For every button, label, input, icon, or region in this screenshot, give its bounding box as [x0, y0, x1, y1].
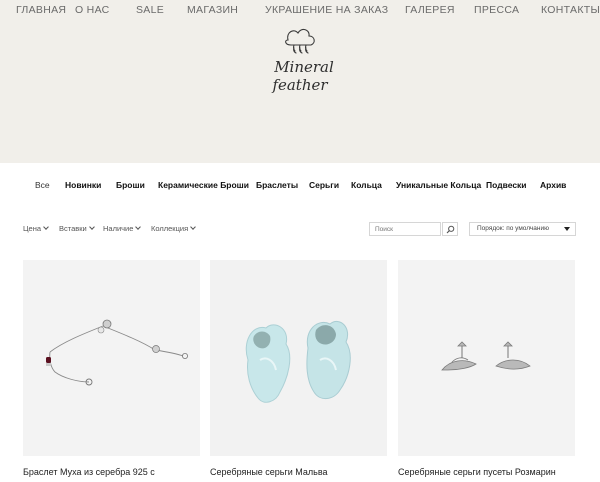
product-image-bracelet[interactable] — [23, 260, 200, 456]
bracelet-photo — [23, 260, 200, 456]
nav-link-shop[interactable]: МАГАЗИН — [187, 4, 238, 16]
category-navigation: Все Новинки Броши Керамические Броши Бра… — [0, 180, 600, 196]
product-title[interactable]: Серебряные серьги Мальва — [210, 467, 328, 477]
category-unique-rings[interactable]: Уникальные Кольца — [396, 180, 481, 190]
brand-logo[interactable]: Mineral feather — [258, 26, 342, 98]
filter-availability-label: Наличие — [103, 224, 134, 233]
caret-down-icon — [564, 227, 570, 231]
svg-text:Mineral: Mineral — [273, 58, 334, 76]
nav-link-home[interactable]: ГЛАВНАЯ — [16, 4, 66, 16]
earrings-photo — [210, 260, 387, 456]
filter-availability[interactable]: Наличие — [103, 224, 142, 233]
nav-link-press[interactable]: ПРЕССА — [474, 4, 519, 16]
product-title[interactable]: Серебряные серьги пусеты Розмарин — [398, 467, 556, 477]
filter-inserts-label: Вставки — [59, 224, 87, 233]
category-archive[interactable]: Архив — [540, 180, 566, 190]
search-icon — [446, 225, 454, 233]
filter-price-label: Цена — [23, 224, 42, 233]
sort-select[interactable]: Порядок: по умолчанию — [469, 222, 576, 236]
category-earrings[interactable]: Серьги — [309, 180, 339, 190]
category-ceramic-brooches[interactable]: Керамические Броши — [158, 180, 249, 190]
nav-link-gallery[interactable]: ГАЛЕРЕЯ — [405, 4, 455, 16]
sort-select-value: Порядок: по умолчанию — [477, 225, 550, 232]
stud-earrings-photo — [398, 260, 575, 456]
filter-collection[interactable]: Коллекция — [151, 224, 196, 233]
chevron-down-icon — [43, 224, 49, 230]
product-image-malva-earrings[interactable] — [210, 260, 387, 456]
top-navigation: ГЛАВНАЯ О НАС SALE МАГАЗИН УКРАШЕНИЕ НА … — [0, 0, 600, 22]
category-brooches[interactable]: Броши — [116, 180, 145, 190]
filter-collection-label: Коллекция — [151, 224, 189, 233]
site-header: ГЛАВНАЯ О НАС SALE МАГАЗИН УКРАШЕНИЕ НА … — [0, 0, 600, 163]
category-pendants[interactable]: Подвески — [486, 180, 527, 190]
search-button[interactable] — [442, 222, 458, 236]
category-new[interactable]: Новинки — [65, 180, 101, 190]
chevron-down-icon — [88, 224, 95, 230]
nav-link-contacts[interactable]: КОНТАКТЫ — [541, 4, 600, 16]
feather-cloud-icon: Mineral feather — [271, 28, 334, 94]
nav-link-sale[interactable]: SALE — [136, 4, 164, 16]
category-rings[interactable]: Кольца — [351, 180, 382, 190]
nav-link-about[interactable]: О НАС — [75, 4, 110, 16]
search-input[interactable] — [369, 222, 441, 236]
chevron-down-icon — [135, 224, 142, 230]
svg-text:feather: feather — [271, 76, 328, 94]
category-bracelets[interactable]: Браслеты — [256, 180, 298, 190]
chevron-down-icon — [190, 224, 196, 230]
product-image-rozmarin-earrings[interactable] — [398, 260, 575, 456]
filter-inserts[interactable]: Вставки — [59, 224, 95, 233]
product-title[interactable]: Браслет Муха из серебра 925 с — [23, 467, 155, 477]
category-all[interactable]: Все — [35, 180, 50, 190]
nav-link-custom-order[interactable]: УКРАШЕНИЕ НА ЗАКАЗ — [265, 4, 388, 16]
filter-price[interactable]: Цена — [23, 224, 49, 233]
